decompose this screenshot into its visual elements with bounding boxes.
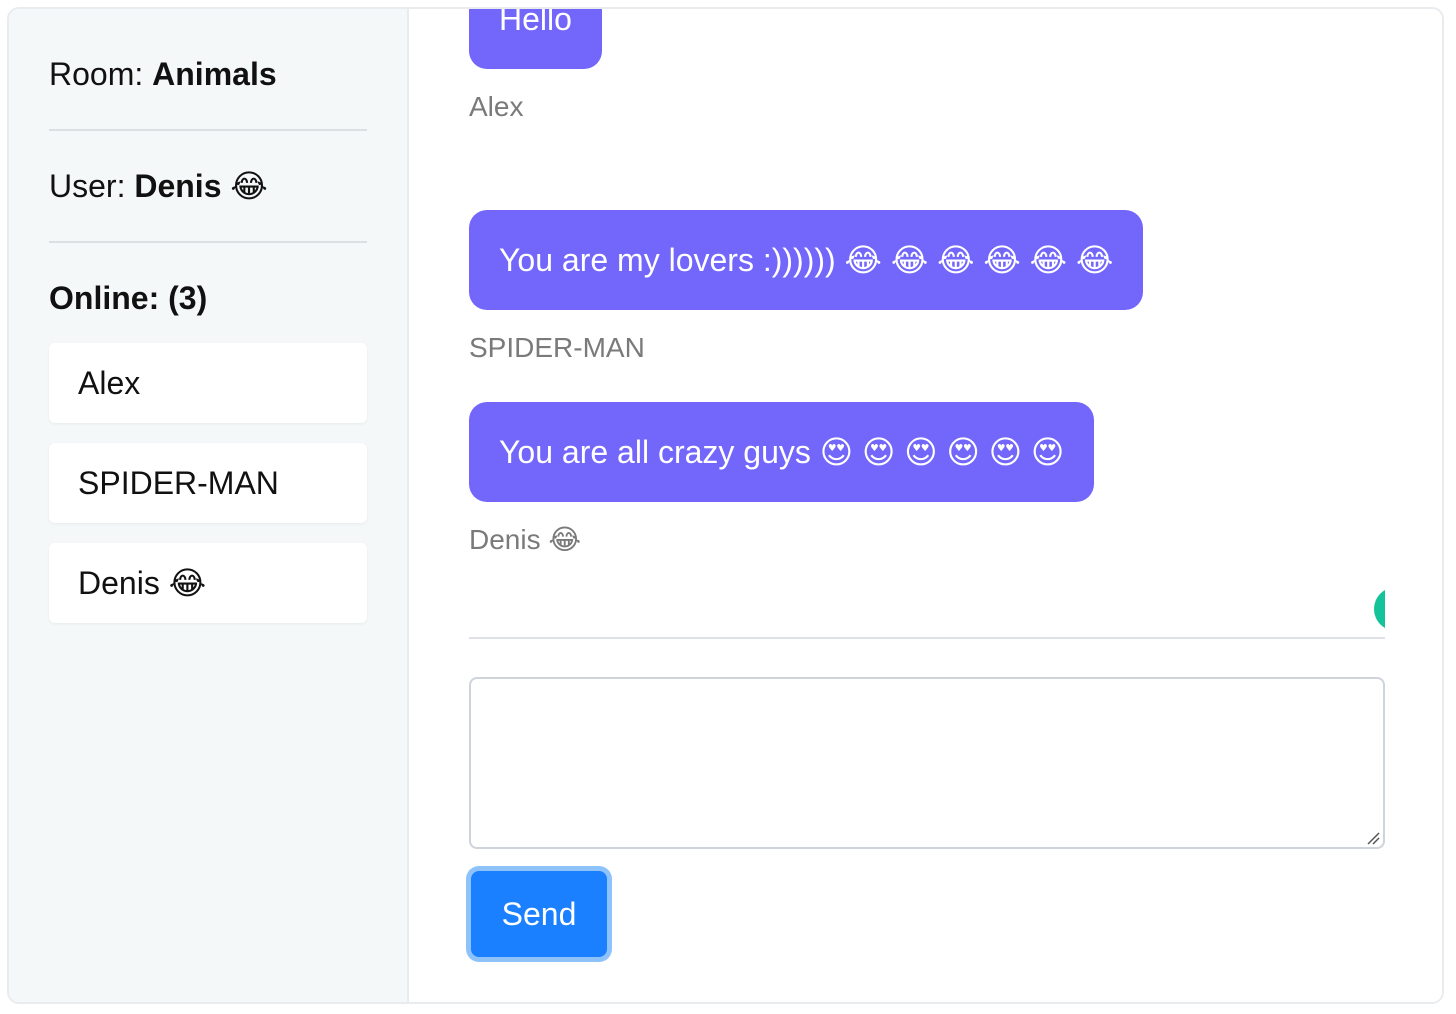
message-item: Hello Alex: [469, 9, 602, 127]
user-name: Denis 😂: [134, 168, 268, 204]
chat-app: Room: Animals User: Denis 😂 Online: (3) …: [7, 7, 1444, 1004]
message-bubble: You are all crazy guys 😍 😍 😍 😍 😍 😍: [469, 402, 1095, 502]
divider: [49, 241, 367, 243]
online-user-spider-man[interactable]: SPIDER-MAN: [49, 443, 367, 523]
sidebar: Room: Animals User: Denis 😂 Online: (3) …: [9, 9, 409, 1002]
room-label: Room:: [49, 56, 153, 92]
message-item: You are all crazy guys 😍 😍 😍 😍 😍 😍 Denis…: [469, 402, 1095, 560]
resize-handle-icon[interactable]: [1366, 831, 1380, 845]
message-author: Denis 😂: [469, 524, 582, 555]
send-button[interactable]: Send: [471, 871, 607, 957]
online-user-alex[interactable]: Alex: [49, 343, 367, 423]
user-label: User:: [49, 168, 135, 204]
message-author: Alex: [469, 91, 524, 122]
message-input[interactable]: [469, 677, 1385, 849]
online-title: Online: (3): [49, 280, 208, 316]
online-user-denis[interactable]: Denis 😂: [49, 543, 367, 623]
chat-main: Hello Alex You are my lovers :)))))) 😂 😂…: [409, 9, 1442, 1002]
room-name: Animals: [152, 56, 277, 92]
message-bubble: Hello: [469, 9, 602, 69]
divider: [49, 129, 367, 131]
message-bubble: You are my lovers :)))))) 😂 😂 😂 😂 😂 😂: [469, 210, 1144, 310]
message-item: You are my lovers :)))))) 😂 😂 😂 😂 😂 😂 SP…: [469, 210, 1144, 368]
message-list[interactable]: Hello Alex You are my lovers :)))))) 😂 😂…: [469, 9, 1385, 639]
room-info: Room: Animals: [49, 49, 367, 99]
user-info: User: Denis 😂: [49, 161, 367, 211]
message-author: SPIDER-MAN: [469, 332, 645, 363]
grammarly-icon[interactable]: G: [1374, 587, 1385, 631]
